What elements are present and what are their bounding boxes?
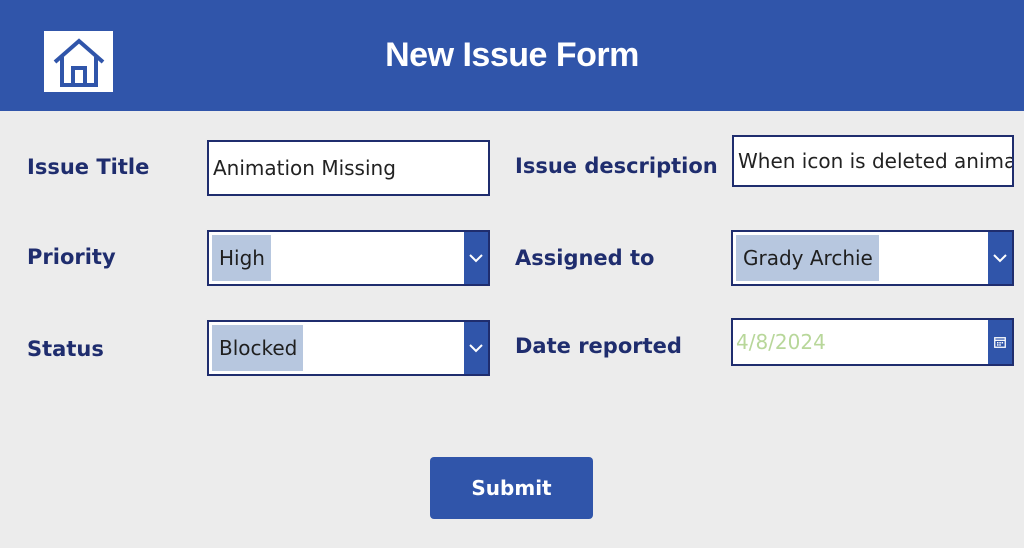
chevron-down-icon	[993, 254, 1007, 263]
status-dropdown[interactable]: Blocked	[207, 320, 490, 376]
priority-dropdown-toggle[interactable]	[464, 232, 488, 284]
priority-label: Priority	[27, 245, 116, 269]
issue-description-value: When icon is deleted animation is missin…	[738, 149, 1012, 173]
status-selected-value: Blocked	[212, 325, 304, 371]
issue-title-label: Issue Title	[27, 155, 150, 179]
issue-title-value: Animation Missing	[213, 156, 396, 180]
chevron-down-icon	[469, 254, 483, 263]
header-bar: New Issue Form	[0, 0, 1024, 111]
issue-description-label: Issue description	[515, 154, 718, 178]
issue-description-input[interactable]: When icon is deleted animation is missin…	[732, 135, 1014, 187]
date-reported-label: Date reported	[515, 334, 682, 358]
submit-button[interactable]: Submit	[430, 457, 593, 519]
calendar-button[interactable]	[988, 320, 1012, 364]
assigned-to-dropdown[interactable]: Grady Archie	[731, 230, 1014, 286]
status-dropdown-toggle[interactable]	[464, 322, 488, 374]
calendar-icon	[994, 336, 1006, 348]
priority-dropdown[interactable]: High	[207, 230, 490, 286]
assigned-to-dropdown-toggle[interactable]	[988, 232, 1012, 284]
page-title: New Issue Form	[385, 36, 639, 74]
date-reported-value: 4/8/2024	[736, 330, 826, 354]
date-reported-picker[interactable]: 4/8/2024	[731, 318, 1014, 366]
issue-title-input[interactable]: Animation Missing	[207, 140, 490, 196]
status-label: Status	[27, 337, 104, 361]
chevron-down-icon	[469, 344, 483, 353]
priority-selected-value: High	[212, 235, 271, 281]
assigned-to-label: Assigned to	[515, 246, 655, 270]
assigned-to-selected-value: Grady Archie	[736, 235, 879, 281]
